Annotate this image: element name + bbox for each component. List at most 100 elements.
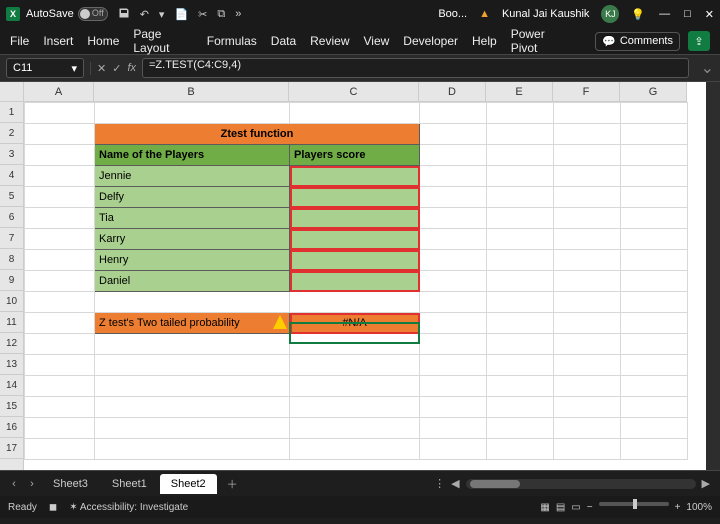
tab-file[interactable]: File (10, 34, 29, 48)
cell-B2[interactable]: Ztest function (95, 124, 420, 145)
fx-icon[interactable]: fx (127, 62, 136, 74)
row-header-5[interactable]: 5 (0, 186, 23, 207)
row-header-9[interactable]: 9 (0, 270, 23, 291)
tab-review[interactable]: Review (310, 34, 349, 48)
add-sheet-button[interactable]: ＋ (219, 476, 246, 492)
cell-C6[interactable] (290, 208, 420, 229)
cell-C11[interactable]: #N/A (290, 313, 420, 334)
col-header-F[interactable]: F (553, 82, 620, 101)
col-header-E[interactable]: E (486, 82, 553, 101)
cell-C8[interactable] (290, 250, 420, 271)
sheet-nav-next[interactable]: › (24, 478, 40, 490)
column-headers[interactable]: A B C D E F G (24, 82, 687, 102)
enter-icon[interactable]: ✓ (112, 62, 121, 75)
vertical-scrollbar[interactable] (706, 82, 720, 470)
cell-C7[interactable] (290, 229, 420, 250)
idea-icon[interactable]: 💡 (631, 8, 645, 21)
close-icon[interactable]: ✕ (705, 8, 714, 21)
comments-button[interactable]: 💬 Comments (595, 32, 680, 51)
cell-C3[interactable]: Players score (290, 145, 420, 166)
row-header-13[interactable]: 13 (0, 354, 23, 375)
sheet-tab-sheet3[interactable]: Sheet3 (42, 474, 99, 494)
cell-C9[interactable] (290, 271, 420, 292)
pagebreak-view-icon[interactable]: ▭ (571, 502, 580, 513)
zoom-in-icon[interactable]: + (675, 502, 681, 513)
cut-icon[interactable]: ✂ (198, 8, 207, 21)
zoom-out-icon[interactable]: − (587, 502, 593, 513)
tab-home[interactable]: Home (87, 34, 119, 48)
cell-B5[interactable]: Delfy (95, 187, 290, 208)
sheet-nav-prev[interactable]: ‹ (6, 478, 22, 490)
more-icon[interactable]: » (235, 8, 241, 20)
row-header-8[interactable]: 8 (0, 249, 23, 270)
autosave-toggle[interactable]: AutoSave Off (26, 7, 108, 21)
cell-C5[interactable] (290, 187, 420, 208)
tab-view[interactable]: View (364, 34, 390, 48)
col-header-B[interactable]: B (94, 82, 289, 101)
row-headers[interactable]: 1 2 3 4 5 6 7 8 9 10 11 12 13 14 15 16 1… (0, 102, 24, 470)
tab-powerpivot[interactable]: Power Pivot (511, 27, 567, 55)
row-header-6[interactable]: 6 (0, 207, 23, 228)
row-header-14[interactable]: 14 (0, 375, 23, 396)
zoom-level[interactable]: 100% (686, 502, 712, 513)
save-icon[interactable] (118, 7, 130, 22)
cell-C4[interactable] (290, 166, 420, 187)
share-button[interactable]: ⇪ (688, 31, 710, 51)
zoom-slider[interactable] (599, 502, 669, 506)
tab-pagelayout[interactable]: Page Layout (133, 27, 192, 55)
cell-B6[interactable]: Tia (95, 208, 290, 229)
cell-B8[interactable]: Henry (95, 250, 290, 271)
maximize-icon[interactable]: □ (684, 8, 691, 20)
user-name[interactable]: Kunal Jai Kaushik (502, 8, 589, 20)
normal-view-icon[interactable]: ▦ (540, 502, 549, 513)
formula-expand-icon[interactable]: ⌄ (695, 58, 720, 78)
row-header-11[interactable]: 11 (0, 312, 23, 333)
tab-data[interactable]: Data (271, 34, 296, 48)
warning-icon[interactable]: ▲ (479, 8, 490, 20)
sheet-tabs-menu-icon[interactable]: ⋮ (434, 477, 445, 490)
row-header-3[interactable]: 3 (0, 144, 23, 165)
copy-icon[interactable]: ⧉ (217, 8, 225, 21)
row-header-10[interactable]: 10 (0, 291, 23, 312)
row-header-4[interactable]: 4 (0, 165, 23, 186)
name-box[interactable]: C11 ▾ (6, 58, 84, 78)
row-header-17[interactable]: 17 (0, 438, 23, 459)
row-header-12[interactable]: 12 (0, 333, 23, 354)
row-header-7[interactable]: 7 (0, 228, 23, 249)
cell-B9[interactable]: Daniel (95, 271, 290, 292)
avatar[interactable]: KJ (601, 5, 619, 23)
pagelayout-view-icon[interactable]: ▤ (556, 502, 565, 513)
sheet-tab-sheet2[interactable]: Sheet2 (160, 474, 217, 494)
minimize-icon[interactable]: — (659, 8, 670, 20)
accessibility-status[interactable]: ✶ Accessibility: Investigate (69, 502, 188, 513)
row-header-1[interactable]: 1 (0, 102, 23, 123)
row-header-2[interactable]: 2 (0, 123, 23, 144)
cell-B4[interactable]: Jennie (95, 166, 290, 187)
tab-formulas[interactable]: Formulas (207, 34, 257, 48)
hscroll-right-icon[interactable]: ▶ (702, 477, 710, 490)
cancel-icon[interactable]: ✕ (97, 62, 106, 75)
col-header-A[interactable]: A (24, 82, 94, 101)
row-header-15[interactable]: 15 (0, 396, 23, 417)
tab-insert[interactable]: Insert (43, 34, 73, 48)
sheet-tab-sheet1[interactable]: Sheet1 (101, 474, 158, 494)
hscroll-left-icon[interactable]: ◀ (451, 477, 459, 490)
horizontal-scrollbar[interactable] (466, 479, 696, 489)
doc-title[interactable]: Boo... (438, 8, 467, 20)
cell-B3[interactable]: Name of the Players (95, 145, 290, 166)
macro-record-icon[interactable]: ◼ (49, 502, 57, 513)
new-file-icon[interactable]: 📄 (174, 8, 188, 21)
col-header-G[interactable]: G (620, 82, 687, 101)
undo-icon[interactable]: ↶ (140, 8, 149, 21)
col-header-C[interactable]: C (289, 82, 419, 101)
error-warning-icon[interactable] (273, 315, 287, 329)
tab-developer[interactable]: Developer (403, 34, 458, 48)
cell-B7[interactable]: Karry (95, 229, 290, 250)
tab-help[interactable]: Help (472, 34, 497, 48)
formula-bar[interactable]: =Z.TEST(C4:C9,4) (142, 58, 689, 78)
cell-B11[interactable]: Z test's Two tailed probability (95, 313, 290, 334)
row-header-16[interactable]: 16 (0, 417, 23, 438)
spreadsheet-grid[interactable]: Ztest function Name of the PlayersPlayer… (24, 102, 688, 460)
select-all-corner[interactable] (0, 82, 24, 102)
redo-icon[interactable]: ▾ (159, 8, 165, 21)
